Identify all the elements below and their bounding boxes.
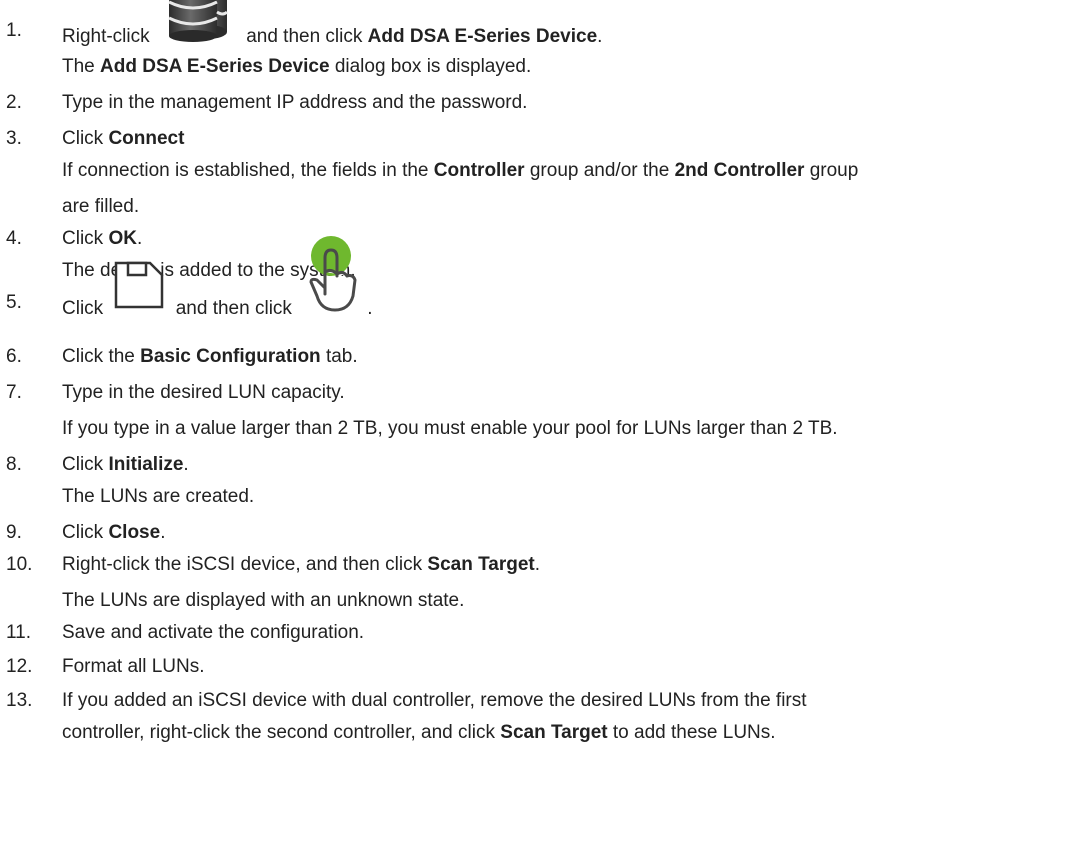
list-item: 4. Click OK.: [0, 228, 1072, 250]
list-item: 10. Right-click the iSCSI device, and th…: [0, 554, 1072, 576]
step-number: 6.: [6, 346, 22, 367]
list-item: 3. Click Connect: [0, 128, 1072, 150]
step-text: If you type in a value larger than 2 TB,…: [62, 418, 838, 439]
step-number: 5.: [6, 292, 22, 313]
step-text: .: [136, 228, 143, 249]
list-item: 1. Right-click and then click Add DSA E-…: [0, 0, 1072, 47]
step-number: 4.: [6, 228, 22, 249]
list-item: 2. Type in the management IP address and…: [0, 92, 1072, 114]
activate-hand-icon: [297, 236, 367, 314]
step-bold-text: Controller: [433, 160, 525, 181]
list-item: 6. Click the Basic Configuration tab.: [0, 346, 1072, 368]
step-text: The: [62, 56, 95, 77]
step-text: .: [597, 26, 603, 47]
step-text: Click: [62, 298, 104, 319]
list-item-detail: The LUNs are created.: [62, 486, 254, 508]
step-number: 8.: [6, 454, 22, 475]
step-text: Type in the desired LUN capacity.: [62, 382, 345, 403]
step-number: 7.: [6, 382, 22, 403]
step-text: to add these LUNs.: [612, 722, 776, 743]
step-bold-text: Close: [108, 522, 161, 543]
step-text: Click: [62, 228, 104, 249]
step-text: .: [534, 554, 541, 575]
step-number: 10.: [6, 554, 33, 575]
step-bold-text: Add DSA E-Series Device: [100, 56, 330, 77]
list-item-detail: The LUNs are displayed with an unknown s…: [62, 590, 464, 612]
step-bold-text: Add DSA E-Series Device: [367, 26, 598, 47]
step-text: The LUNs are created.: [62, 486, 255, 507]
step-bold-text: Connect: [108, 128, 185, 149]
step-text: and then click: [175, 298, 292, 319]
storage-database-icon: [155, 0, 241, 42]
step-text: .: [183, 454, 189, 475]
step-number: 1.: [6, 20, 22, 41]
step-bold-text: Scan Target: [500, 722, 608, 743]
step-text: Right-click: [62, 26, 150, 47]
step-text: tab.: [325, 346, 358, 367]
step-text: group: [809, 160, 859, 181]
step-text: .: [367, 298, 373, 319]
step-text: controller, right-click the second contr…: [62, 722, 495, 743]
step-bold-text: OK: [108, 228, 137, 249]
step-number: 13.: [6, 690, 33, 711]
step-text: Click: [62, 522, 104, 543]
list-item: 11. Save and activate the configuration.: [0, 622, 1072, 644]
list-item: 8. Click Initialize.: [0, 454, 1072, 476]
list-item-detail: are filled.: [62, 196, 139, 218]
step-bold-text: Initialize: [108, 454, 184, 475]
step-text: group and/or the: [529, 160, 670, 181]
step-bold-text: 2nd Controller: [674, 160, 805, 181]
step-text: Click: [62, 454, 104, 475]
step-text: Format all LUNs.: [62, 656, 205, 677]
list-item: 9. Click Close.: [0, 522, 1072, 544]
step-text: Click the: [62, 346, 135, 367]
step-bold-text: Basic Configuration: [140, 346, 321, 367]
save-icon: [108, 261, 170, 314]
step-number: 2.: [6, 92, 22, 113]
step-number: 9.: [6, 522, 22, 543]
list-item-detail: controller, right-click the second contr…: [62, 722, 776, 744]
step-number: 3.: [6, 128, 22, 149]
step-text: Click: [62, 128, 104, 149]
step-bold-text: Scan Target: [427, 554, 535, 575]
list-item: 5. Click and then click .: [0, 236, 1072, 319]
list-item-detail: If you type in a value larger than 2 TB,…: [62, 418, 838, 440]
step-text: The LUNs are displayed with an unknown s…: [62, 590, 465, 611]
list-item: 13. If you added an iSCSI device with du…: [0, 690, 1072, 712]
step-text: Right-click the iSCSI device, and then c…: [62, 554, 423, 575]
step-text: If connection is established, the fields…: [62, 160, 429, 181]
step-text: dialog box is displayed.: [334, 56, 532, 77]
step-text: Save and activate the configuration.: [62, 622, 365, 643]
step-number: 11.: [6, 622, 32, 643]
list-item-detail: The Add DSA E-Series Device dialog box i…: [62, 56, 531, 78]
step-number: 12.: [6, 656, 33, 677]
step-text: If you added an iSCSI device with dual c…: [62, 690, 807, 711]
step-text: are filled.: [62, 196, 140, 217]
step-text: .: [160, 522, 166, 543]
step-text: Type in the management IP address and th…: [62, 92, 528, 113]
list-item-detail: If connection is established, the fields…: [62, 160, 858, 182]
list-item: 12. Format all LUNs.: [0, 656, 1072, 678]
list-item: 7. Type in the desired LUN capacity.: [0, 382, 1072, 404]
step-text: and then click: [246, 26, 363, 47]
